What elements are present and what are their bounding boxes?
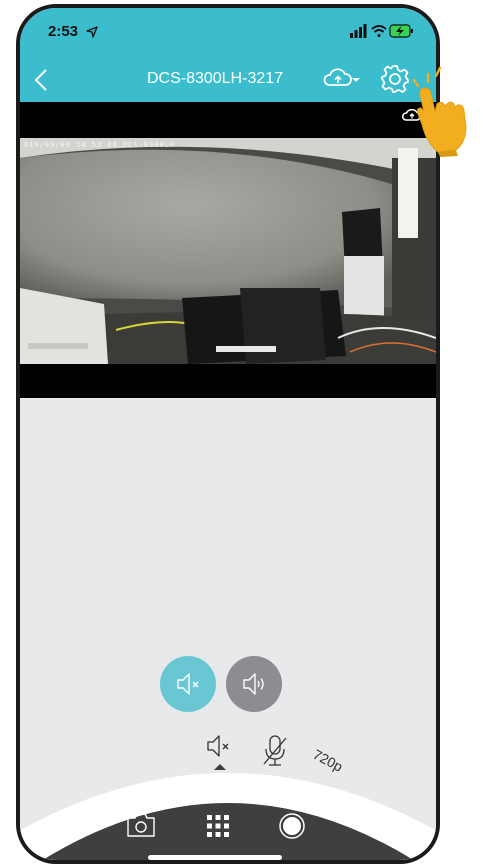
speaker-mute-icon [177,673,199,695]
pointing-hand-icon [408,62,483,162]
snapshot-button[interactable] [126,812,156,843]
cloud-menu-button[interactable] [323,68,363,95]
settings-button[interactable] [380,64,410,99]
chevron-left-icon [34,69,47,91]
camera-icon [127,813,155,837]
speaker-on-button[interactable] [226,656,282,712]
back-button[interactable] [34,68,48,97]
status-bar: 2:53 [20,8,436,56]
camera-feed-image: 019/09/09 14 53 06 DCS-8300LH [20,138,436,364]
battery-charging-icon [389,24,413,38]
grid-icon [207,815,229,837]
gear-icon [381,65,409,93]
audio-mute-control[interactable] [204,732,236,765]
cloud-upload-icon [323,68,360,86]
microphone-control[interactable] [260,734,290,773]
video-timestamp-overlay: 019/09/09 14 53 06 DCS-8300LH [24,141,176,149]
live-video-view[interactable]: 019/09/09 14 53 06 DCS-8300LH [20,102,436,398]
microphone-off-icon [263,735,287,766]
menu-grid-button[interactable] [206,814,230,843]
camera-name-title: DCS-8300LH-3217 [146,70,284,87]
signal-icon [350,24,367,38]
control-panel: 720p [20,398,436,860]
mute-toggle-button[interactable] [160,656,216,712]
phone-frame: 2:53 DCS-8300LH-3217 019/09/09 14 53 06 … [16,4,440,864]
status-time: 2:53 [48,23,79,40]
speaker-sound-icon [243,673,264,695]
record-button[interactable] [278,812,306,845]
status-icons [350,23,414,44]
nav-bar: DCS-8300LH-3217 [20,56,436,102]
speaker-mute-icon [207,735,229,757]
location-arrow-icon [86,25,98,43]
wifi-icon [371,25,387,37]
record-icon [279,813,305,839]
home-indicator [148,855,282,860]
